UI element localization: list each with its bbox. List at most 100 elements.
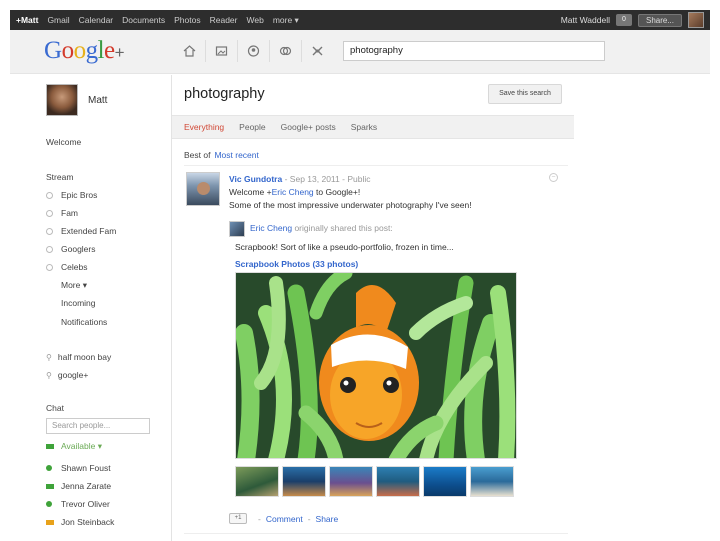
sidebar-circle-label: Googlers <box>61 244 96 254</box>
shared-author-name[interactable]: Eric Cheng <box>250 223 292 233</box>
top-navigation-bar: +Matt Gmail Calendar Documents Photos Re… <box>10 10 710 30</box>
share-link[interactable]: Share <box>316 514 339 524</box>
share-button[interactable]: Share... <box>637 13 682 27</box>
top-nav-photos[interactable]: Photos <box>174 15 200 25</box>
sidebar-item-circle[interactable]: Epic Bros <box>46 190 97 200</box>
chat-contact[interactable]: Trevor Oliver <box>46 499 110 509</box>
availability-label: Available ▾ <box>61 441 102 451</box>
top-nav-calendar[interactable]: Calendar <box>79 15 114 25</box>
sidebar-item-incoming[interactable]: Incoming <box>61 298 96 308</box>
album-thumbnail[interactable] <box>329 466 373 497</box>
post-author-avatar[interactable] <box>186 172 220 206</box>
tab-people[interactable]: People <box>239 122 265 132</box>
profile-name[interactable]: Matt <box>88 95 107 106</box>
search-results-panel: photography Save this search Everything … <box>172 75 574 541</box>
online-status-icon <box>46 465 52 471</box>
album-thumbnail[interactable] <box>282 466 326 497</box>
collapse-post-icon[interactable]: – <box>549 173 558 182</box>
sidebar-circle-label: Epic Bros <box>61 190 98 200</box>
post-text-fragment: Welcome + <box>229 187 272 197</box>
sidebar-item-circle[interactable]: Googlers <box>46 244 96 254</box>
top-nav-reader[interactable]: Reader <box>210 15 238 25</box>
photos-icon[interactable] <box>205 40 237 62</box>
post-text-line2: Some of the most impressive underwater p… <box>229 200 472 210</box>
top-nav-gmail[interactable]: Gmail <box>47 15 69 25</box>
chat-contact[interactable]: Jon Steinback <box>46 517 114 527</box>
post-header: Vic Gundotra - Sep 13, 2011 - Public <box>229 174 371 184</box>
divider <box>184 533 568 534</box>
video-camera-icon <box>46 484 54 489</box>
chat-availability[interactable]: Available ▾ <box>46 441 102 452</box>
sidebar-circle-label: Celebs <box>61 262 88 272</box>
search-icon: ⚲ <box>46 371 52 380</box>
sort-best-of[interactable]: Best of <box>184 150 210 160</box>
chat-contact[interactable]: Jenna Zarate <box>46 481 111 491</box>
sidebar-circle-label: Fam <box>61 208 78 218</box>
avatar[interactable] <box>46 84 78 116</box>
account-name[interactable]: Matt Waddell <box>561 15 610 25</box>
top-nav-links: +Matt Gmail Calendar Documents Photos Re… <box>16 15 308 26</box>
video-camera-icon <box>46 520 54 525</box>
top-nav-plus-me[interactable]: +Matt <box>16 15 38 25</box>
saved-search-item[interactable]: ⚲ half moon bay <box>46 352 111 362</box>
album-thumbnail[interactable] <box>235 466 279 497</box>
profile-summary[interactable]: Matt <box>46 84 107 116</box>
chat-contact-name: Trevor Oliver <box>61 499 110 509</box>
tab-google-plus-posts[interactable]: Google+ posts <box>281 122 336 132</box>
album-thumbnail[interactable] <box>376 466 420 497</box>
circle-icon <box>46 228 53 235</box>
chat-heading: Chat <box>46 403 64 413</box>
app-header: Google+ photography <box>10 30 710 74</box>
save-search-button[interactable]: Save this search <box>488 84 562 104</box>
post-actions: +1 - Comment - Share <box>229 513 338 524</box>
saved-search-item[interactable]: ⚲ google+ <box>46 370 88 380</box>
post-date[interactable]: Sep 13, 2011 <box>290 174 340 184</box>
chat-contact-name: Jenna Zarate <box>61 481 112 491</box>
sort-most-recent[interactable]: Most recent <box>214 150 258 160</box>
home-icon[interactable] <box>173 40 205 62</box>
games-icon[interactable] <box>301 40 333 62</box>
post-visibility[interactable]: Public <box>347 174 370 184</box>
sidebar-item-circle[interactable]: Celebs <box>46 262 87 272</box>
tab-everything[interactable]: Everything <box>184 122 224 132</box>
post-author-name[interactable]: Vic Gundotra <box>229 174 282 184</box>
result-filter-tabs: Everything People Google+ posts Sparks <box>172 115 574 139</box>
page-title: photography <box>184 86 265 102</box>
post-text-line1: Welcome +Eric Cheng to Google+! <box>229 187 360 197</box>
post-mention-link[interactable]: Eric Cheng <box>272 187 314 197</box>
chat-contact[interactable]: Shawn Foust <box>46 463 111 473</box>
profile-icon[interactable] <box>237 40 269 62</box>
search-input[interactable]: photography <box>343 41 605 61</box>
saved-search-label: google+ <box>57 370 89 380</box>
shared-author-avatar[interactable] <box>229 221 245 237</box>
album-thumbnail[interactable] <box>423 466 467 497</box>
sidebar-item-circle[interactable]: Fam <box>46 208 78 218</box>
album-thumbnail[interactable] <box>470 466 514 497</box>
video-camera-icon <box>46 444 54 449</box>
sidebar-item-stream[interactable]: Stream <box>46 172 73 182</box>
google-plus-logo[interactable]: Google+ <box>44 37 125 65</box>
plus-one-button[interactable]: +1 <box>229 513 247 524</box>
online-status-icon <box>46 501 52 507</box>
sidebar-item-more[interactable]: More ▾ <box>61 280 87 291</box>
top-nav-web[interactable]: Web <box>247 15 264 25</box>
album-main-photo[interactable] <box>235 272 517 459</box>
sidebar-item-welcome[interactable]: Welcome <box>46 137 81 147</box>
left-sidebar: Matt Welcome Stream Epic Bros Fam Extend… <box>10 75 170 541</box>
shared-attribution: Eric Cheng originally shared this post: <box>250 223 393 233</box>
comment-link[interactable]: Comment <box>266 514 303 524</box>
saved-search-label: half moon bay <box>57 352 112 362</box>
circles-icon[interactable] <box>269 40 301 62</box>
top-nav-documents[interactable]: Documents <box>122 15 165 25</box>
tab-sparks[interactable]: Sparks <box>351 122 377 132</box>
sidebar-item-circle[interactable]: Extended Fam <box>46 226 116 236</box>
notifications-icon[interactable]: 0 <box>615 14 632 26</box>
circle-icon <box>46 246 53 253</box>
account-avatar[interactable] <box>688 12 704 28</box>
sidebar-item-notifications[interactable]: Notifications <box>61 317 107 327</box>
circle-icon <box>46 210 53 217</box>
album-link[interactable]: Scrapbook Photos (33 photos) <box>235 259 358 269</box>
chat-search-input[interactable]: Search people... <box>46 418 150 434</box>
top-nav-more[interactable]: more ▾ <box>273 15 299 26</box>
chat-contact-name: Shawn Foust <box>61 463 111 473</box>
